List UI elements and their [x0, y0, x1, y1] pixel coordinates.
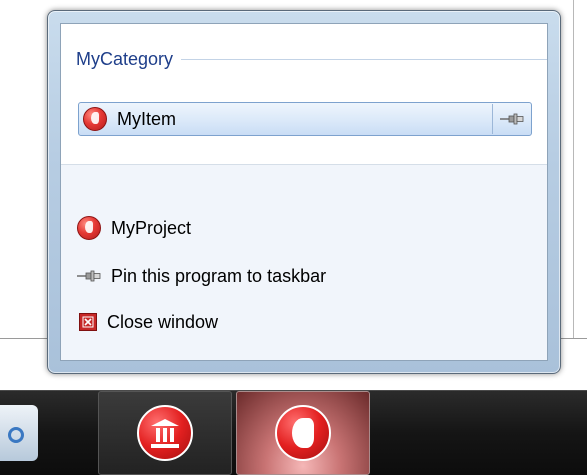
- task-label: Close window: [107, 311, 219, 332]
- task-close-window[interactable]: Close window: [77, 307, 218, 337]
- media-player-icon[interactable]: [0, 405, 38, 461]
- background-window-edge: [560, 338, 587, 339]
- taskbar: [0, 390, 587, 475]
- task-pin-to-taskbar[interactable]: Pin this program to taskbar: [77, 261, 326, 291]
- background-window-edge: [0, 338, 52, 339]
- close-window-icon: [79, 313, 97, 331]
- task-label: MyProject: [111, 217, 192, 238]
- category-divider: [181, 58, 547, 60]
- task-label: Pin this program to taskbar: [111, 265, 327, 286]
- jump-list-item-label: MyItem: [117, 108, 177, 129]
- jump-list-category-section: MyCategory MyItem: [61, 24, 547, 165]
- background-window-edge: [573, 0, 574, 338]
- pin-icon: [77, 270, 101, 282]
- jump-list-body: MyCategory MyItem MyProject Pin this pro…: [60, 23, 548, 361]
- jump-list-tasks-section: MyProject Pin this program to taskbar Cl…: [61, 165, 547, 360]
- jump-list-popup: MyCategory MyItem MyProject Pin this pro…: [47, 10, 561, 374]
- taskbar-button-temple-app[interactable]: [98, 391, 232, 475]
- jump-list-item-myitem[interactable]: MyItem: [78, 102, 532, 136]
- category-header: MyCategory: [76, 48, 547, 70]
- app-helmet-icon: [83, 107, 107, 131]
- app-helmet-icon: [275, 405, 331, 461]
- taskbar-button-helmet-app[interactable]: [236, 391, 370, 475]
- temple-app-icon: [137, 405, 193, 461]
- category-title: MyCategory: [76, 48, 174, 69]
- pin-item-button[interactable]: [492, 104, 531, 134]
- pin-icon: [500, 113, 524, 125]
- task-myproject[interactable]: MyProject: [77, 213, 191, 243]
- app-helmet-icon: [77, 216, 101, 240]
